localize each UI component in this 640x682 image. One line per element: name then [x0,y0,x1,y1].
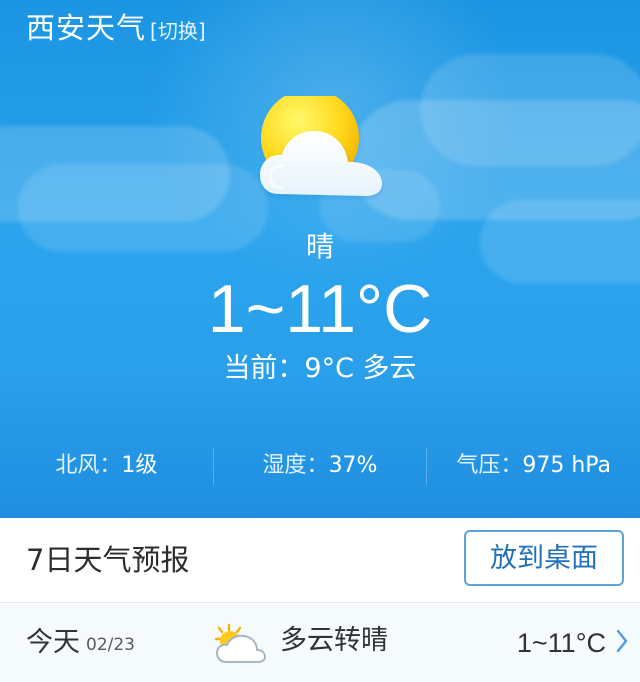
weather-screen: 西安天气 [切换] 晴 1~11°C 当前：9°C 多云 北风：1级 湿度：37… [0,0,640,682]
sun-cloud-icon [260,96,382,196]
pressure-value: 975 hPa [522,453,612,478]
humidity-value: 37% [328,453,378,478]
current-weather-panel: 西安天气 [切换] 晴 1~11°C 当前：9°C 多云 北风：1级 湿度：37… [0,0,640,518]
pressure-stat: 气压：975 hPa [427,449,640,483]
temperature-range: 1~11°C [207,271,433,347]
wind-label: 北风： [55,453,122,478]
forecast-header: 7日天气预报 放到桌面 [0,518,640,602]
pressure-label: 气压： [456,453,523,478]
humidity-label: 湿度： [262,453,329,478]
wind-stat: 北风：1级 [0,449,213,483]
add-to-desktop-button[interactable]: 放到桌面 [464,530,624,586]
forecast-row-today[interactable]: 今天 02/23 多云转晴 1~11°C [0,602,640,682]
city-header: 西安天气 [切换] [26,9,206,50]
chevron-right-icon [616,629,628,653]
forecast-temperature: 1~11°C [516,628,606,658]
humidity-stat: 湿度：37% [214,449,427,483]
forecast-title: 7日天气预报 [26,543,190,577]
current-condition: 晴 [305,230,334,263]
switch-city-link[interactable]: [切换] [150,12,206,50]
forecast-day: 今天 [26,627,80,658]
wind-value: 1级 [121,453,158,478]
forecast-date: 02/23 [86,635,135,655]
background-cloud [420,54,640,166]
partly-cloudy-sun-icon [214,623,266,663]
weather-stats: 北风：1级 湿度：37% 气压：975 hPa [0,445,640,487]
current-temperature: 当前：9°C 多云 [223,353,417,384]
forecast-description: 多云转晴 [280,625,388,656]
city-title: 西安天气 [26,11,147,45]
